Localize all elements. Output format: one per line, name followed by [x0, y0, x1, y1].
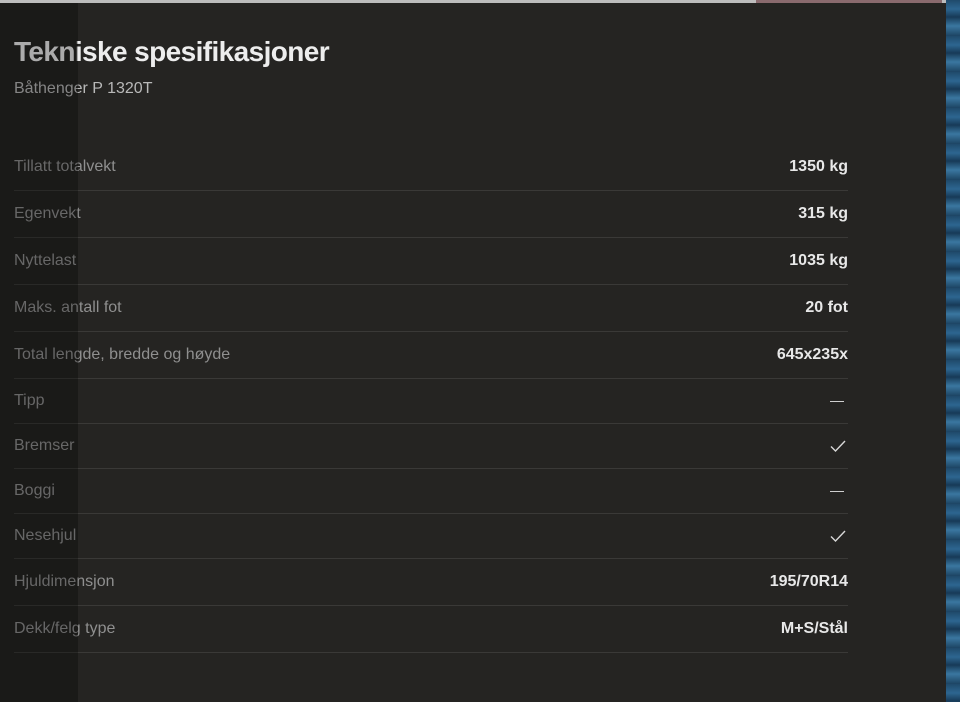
spec-label: Tillatt totalvekt	[14, 158, 116, 175]
spec-row-wheel-dimension: Hjuldimensjon 195/70R14	[14, 559, 848, 606]
spec-row-tipp: Tipp	[14, 379, 848, 424]
spec-value: 645x235x	[776, 346, 848, 363]
spec-value: 195/70R14	[769, 573, 848, 590]
spec-row-bogie: Boggi	[14, 469, 848, 514]
dash-icon	[830, 400, 844, 402]
spec-row-payload: Nyttelast 1035 kg	[14, 238, 848, 285]
spec-label: Bremser	[14, 437, 75, 454]
check-icon	[830, 530, 848, 542]
spec-value: 20 fot	[805, 299, 848, 316]
spec-value: 315 kg	[798, 205, 848, 222]
spec-row-nose-wheel: Nesehjul	[14, 514, 848, 559]
dash-icon	[830, 490, 844, 492]
spec-value: 1350 kg	[789, 158, 848, 175]
spec-label: Hjuldimensjon	[14, 573, 115, 590]
page-title: Tekniske spesifikasjoner	[14, 36, 330, 67]
spec-row-total-weight: Tillatt totalvekt 1350 kg	[14, 144, 848, 191]
spec-row-own-weight: Egenvekt 315 kg	[14, 191, 848, 238]
spec-value: 1035 kg	[789, 252, 848, 269]
check-icon	[830, 440, 848, 452]
spec-row-tire-rim-type: Dekk/felg type M+S/Stål	[14, 606, 848, 653]
spec-row-dimensions: Total lengde, bredde og høyde 645x235x	[14, 332, 848, 379]
spec-label: Total lengde, bredde og høyde	[14, 346, 231, 363]
page: Tekniske spesifikasjoner Båthenger P 132…	[0, 0, 960, 702]
spec-row-max-feet: Maks. antall fot 20 fot	[14, 285, 848, 332]
spec-label: Egenvekt	[14, 205, 81, 222]
spec-label: Maks. antall fot	[14, 299, 122, 316]
spec-row-brakes: Bremser	[14, 424, 848, 469]
spec-label: Dekk/felg type	[14, 620, 116, 637]
spec-label: Boggi	[14, 482, 55, 499]
spec-list: Tillatt totalvekt 1350 kg Egenvekt 315 k…	[14, 144, 848, 653]
spec-label: Nesehjul	[14, 527, 77, 544]
spec-label: Tipp	[14, 392, 45, 409]
product-subtitle: Båthenger P 1320T	[14, 80, 153, 97]
spec-value: M+S/Stål	[780, 620, 848, 637]
spec-label: Nyttelast	[14, 252, 77, 269]
background-water-image	[946, 0, 960, 702]
